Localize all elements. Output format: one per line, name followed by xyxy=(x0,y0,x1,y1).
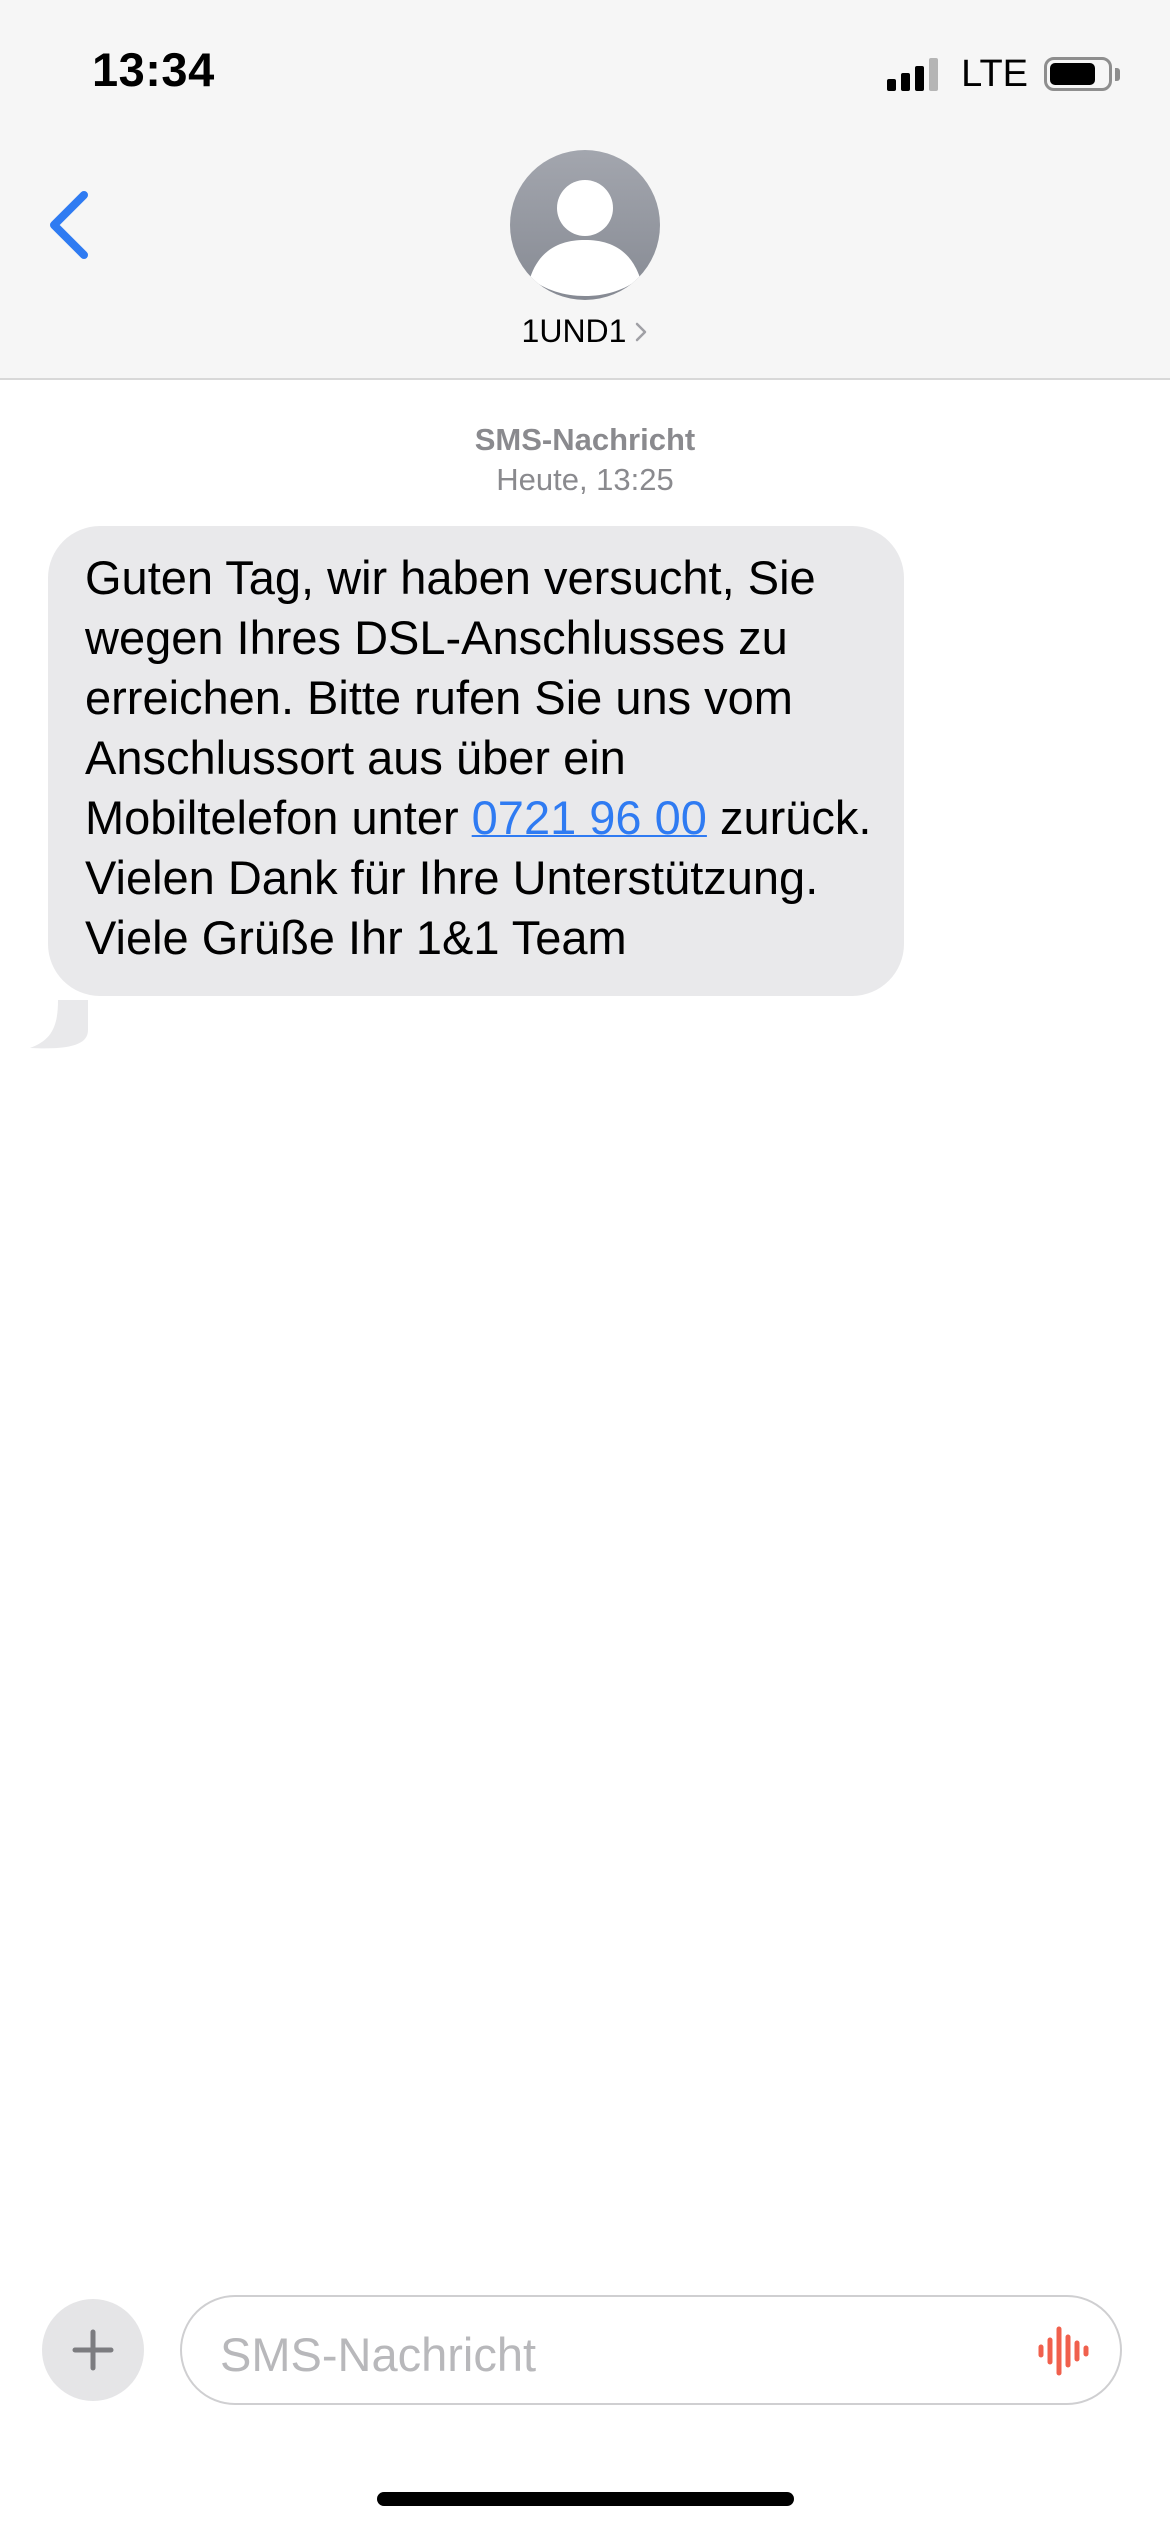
chevron-right-icon xyxy=(636,322,647,341)
chevron-left-icon xyxy=(50,191,88,259)
add-attachment-button[interactable] xyxy=(42,2299,144,2401)
voice-message-button[interactable] xyxy=(1036,2325,1092,2377)
waveform-icon xyxy=(1038,2326,1089,2376)
status-indicators: LTE xyxy=(887,52,1120,96)
message-timestamp: Heute, 13:25 xyxy=(496,462,674,497)
battery-tip xyxy=(1115,67,1120,81)
service-label: SMS-Nachricht xyxy=(474,422,696,457)
message-input[interactable]: SMS-Nachricht xyxy=(180,2295,1122,2405)
home-indicator[interactable] xyxy=(377,2492,794,2506)
message-meta: SMS-Nachricht Heute, 13:25 xyxy=(0,420,1170,500)
battery-level xyxy=(1050,63,1095,85)
contact-details-link[interactable]: 1UND1 xyxy=(0,313,1170,350)
bubble-tail xyxy=(30,1000,88,1049)
plus-icon xyxy=(72,2329,114,2371)
cellular-signal-icon xyxy=(887,57,943,91)
contact-avatar[interactable] xyxy=(510,150,660,300)
phone-number-link[interactable]: 0721 96 00 xyxy=(472,791,707,844)
message-bubble-incoming[interactable]: Guten Tag, wir haben versucht, Sie wegen… xyxy=(48,526,904,996)
battery-icon xyxy=(1044,57,1112,91)
person-icon xyxy=(530,180,640,296)
network-type: LTE xyxy=(961,52,1028,95)
status-time: 13:34 xyxy=(92,43,215,96)
navigation-header: 13:34 LTE 1UND1 xyxy=(0,0,1170,380)
back-button[interactable] xyxy=(40,175,110,275)
message-input-placeholder: SMS-Nachricht xyxy=(220,2328,537,2381)
contact-name: 1UND1 xyxy=(521,313,627,349)
